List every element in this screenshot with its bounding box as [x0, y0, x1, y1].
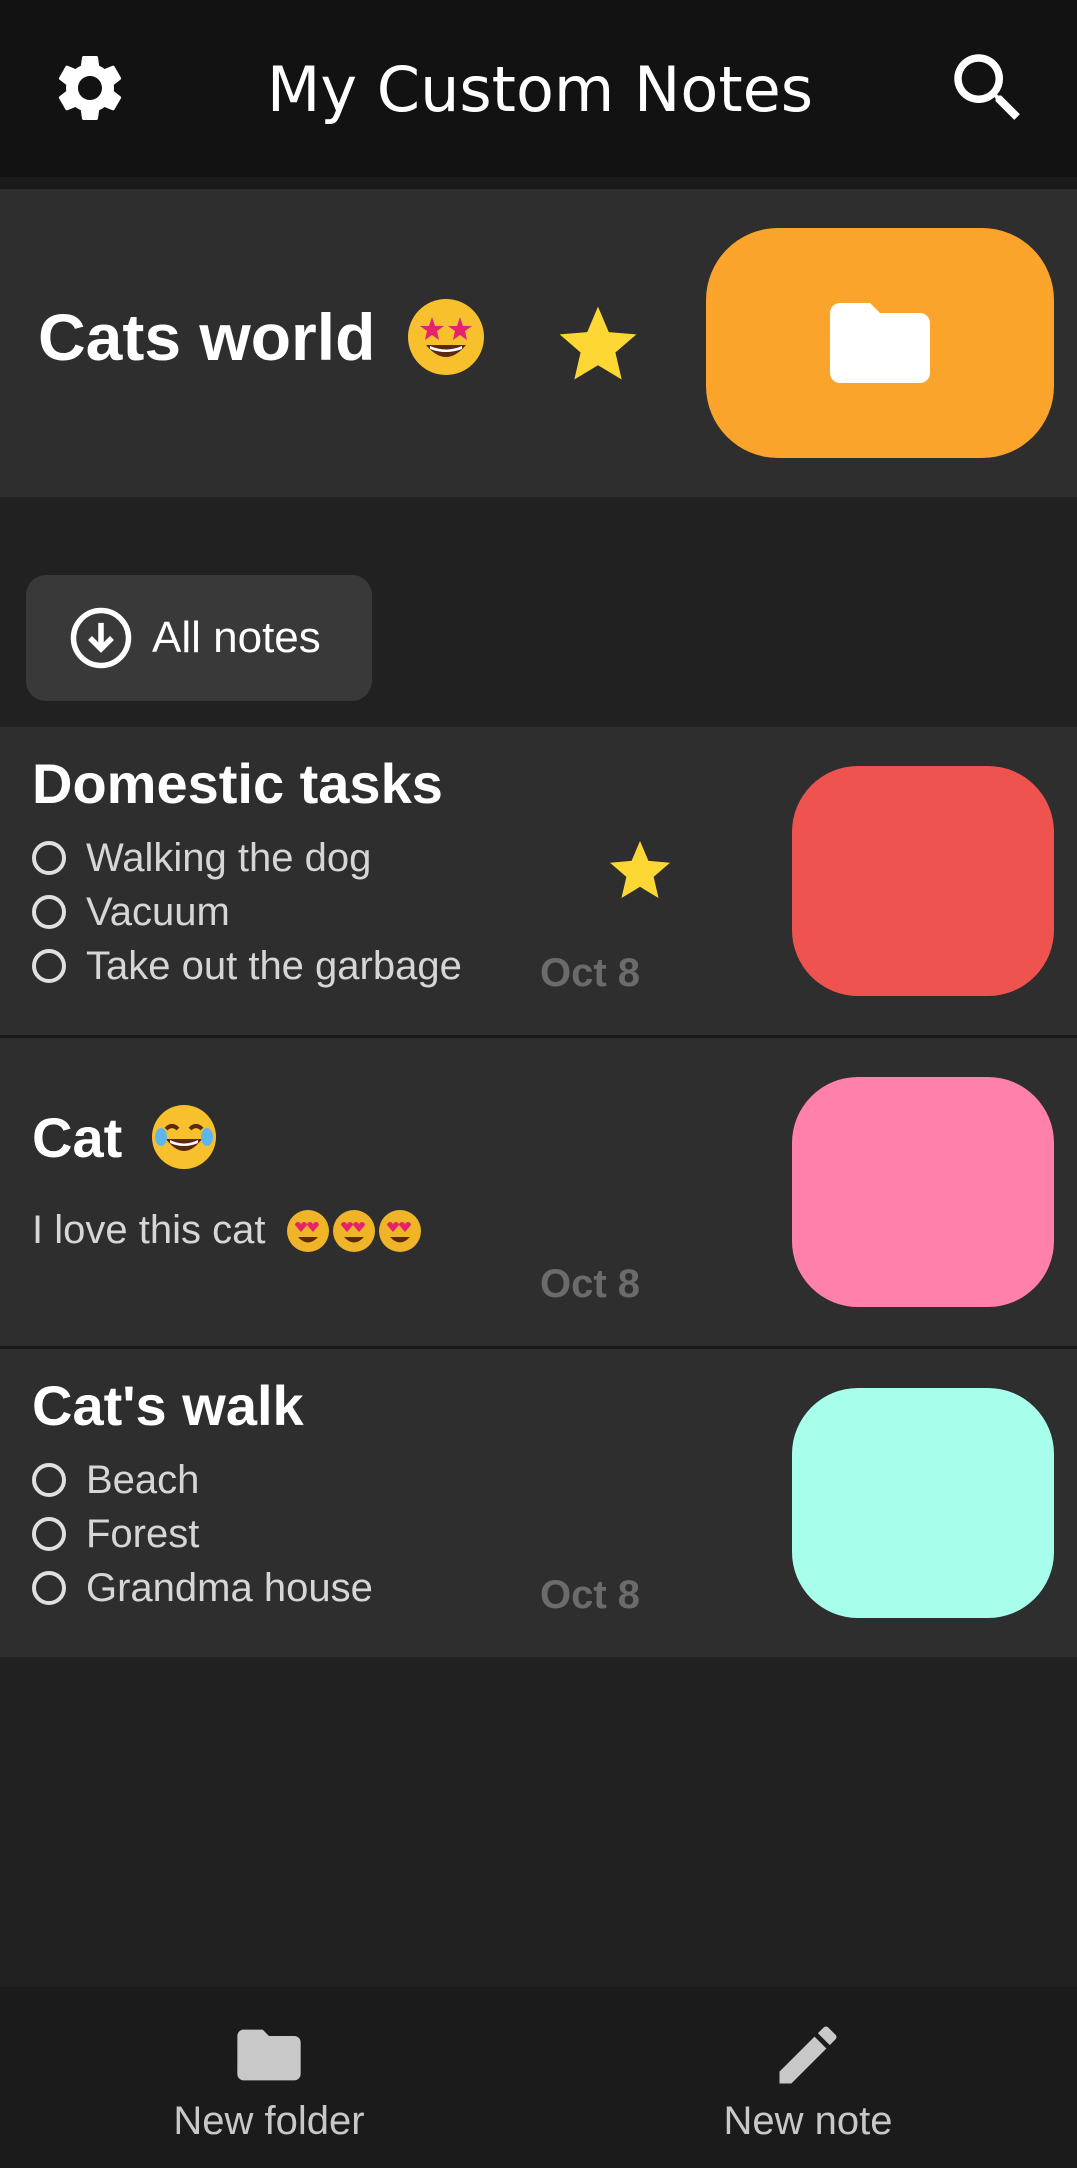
search-icon [954, 54, 1020, 120]
note-date: Oct 8 [540, 1262, 641, 1306]
new-note-button[interactable]: New note [539, 1987, 1077, 2168]
emoji-group [286, 1207, 425, 1253]
checklist-item: Forest [32, 1507, 373, 1561]
search-button[interactable] [936, 36, 1040, 140]
checklist-item-text: Walking the dog [86, 835, 372, 880]
unchecked-circle-icon [32, 949, 66, 983]
checklist-item-text: Take out the garbage [86, 943, 462, 988]
filter-label: All notes [152, 613, 321, 662]
note-color-tile [792, 1077, 1054, 1307]
folder-title: Cats world [38, 297, 484, 377]
note-date: Oct 8 [540, 1573, 641, 1617]
app-bar: My Custom Notes [0, 0, 1077, 177]
page-title: My Custom Notes [266, 53, 814, 126]
unchecked-circle-icon [32, 895, 66, 929]
heart-eyes-emoji-icon [286, 1210, 329, 1253]
note-checklist: Walking the dog Vacuum Take out the garb… [32, 831, 462, 993]
checklist-item-text: Beach [86, 1457, 200, 1502]
new-note-label: New note [723, 2099, 893, 2143]
favorite-star-icon [604, 835, 676, 907]
note-title: Cat's walk [32, 1374, 304, 1437]
gear-icon [58, 55, 122, 120]
arrow-down-circle-icon [68, 605, 134, 671]
settings-button[interactable] [38, 36, 142, 140]
star-struck-emoji-icon [407, 298, 484, 375]
note-color-tile [792, 1388, 1054, 1618]
note-card-domestic-tasks[interactable]: Domestic tasks Walking the dog Vacuum Ta… [0, 727, 1077, 1035]
note-title: Domestic tasks [32, 752, 443, 815]
favorite-star-icon[interactable] [552, 299, 644, 391]
note-body-text: I love this cat [32, 1208, 266, 1252]
note-card-cat[interactable]: Cat I love this cat Oct 8 [0, 1038, 1077, 1346]
checklist-item-text: Grandma house [86, 1565, 373, 1610]
note-body: I love this cat [32, 1208, 425, 1255]
unchecked-circle-icon [32, 1571, 66, 1605]
unchecked-circle-icon [32, 1463, 66, 1497]
app-bar-divider [0, 177, 1077, 189]
heart-eyes-emoji-icon [378, 1210, 421, 1253]
checklist-item: Grandma house [32, 1561, 373, 1615]
checklist-item: Walking the dog [32, 831, 462, 885]
note-card-cats-walk[interactable]: Cat's walk Beach Forest Grandma house Oc… [0, 1349, 1077, 1657]
checklist-item-text: Vacuum [86, 889, 230, 934]
folder-name: Cats world [38, 300, 376, 374]
all-notes-filter-chip[interactable]: All notes [26, 575, 372, 701]
pencil-icon [770, 2017, 846, 2093]
checklist-item-text: Forest [86, 1511, 200, 1556]
new-folder-button[interactable]: New folder [0, 1987, 538, 2168]
checklist-item: Take out the garbage [32, 939, 462, 993]
checklist-item: Beach [32, 1453, 373, 1507]
tears-of-joy-emoji-icon [151, 1105, 216, 1170]
checklist-item: Vacuum [32, 885, 462, 939]
folder-color-tile[interactable] [706, 228, 1054, 458]
unchecked-circle-icon [32, 841, 66, 875]
folder-icon [231, 2017, 307, 2093]
note-title-text: Cat [32, 1106, 123, 1169]
heart-eyes-emoji-icon [332, 1210, 375, 1253]
folder-header: Cats world [0, 189, 1077, 497]
note-date: Oct 8 [540, 951, 641, 995]
note-title: Cat [32, 1103, 216, 1174]
folder-icon [830, 303, 930, 383]
bottom-action-bar: New folder New note [0, 1987, 1077, 2168]
note-checklist: Beach Forest Grandma house [32, 1453, 373, 1615]
unchecked-circle-icon [32, 1517, 66, 1551]
note-color-tile [792, 766, 1054, 996]
new-folder-label: New folder [173, 2099, 365, 2143]
